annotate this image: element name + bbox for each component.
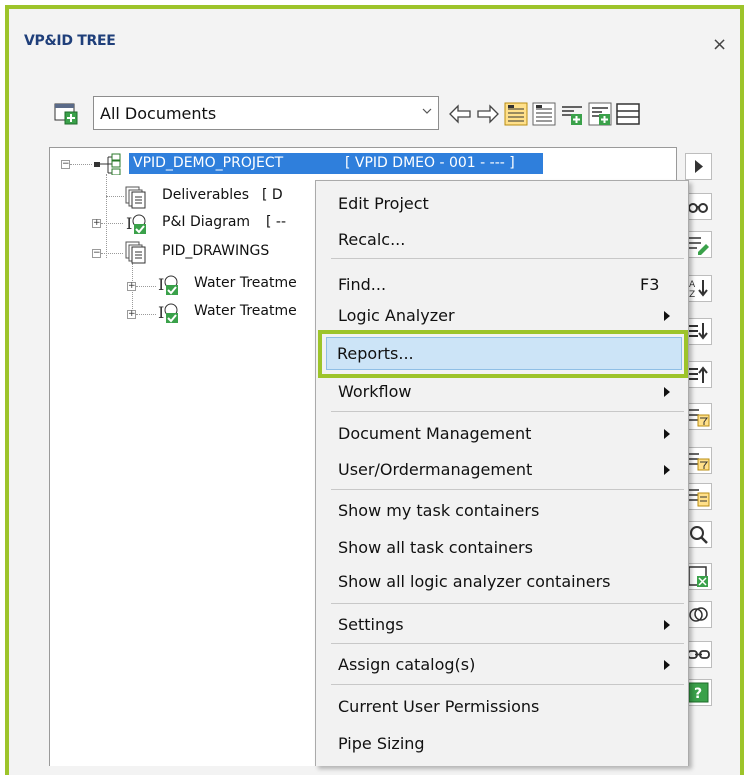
menu-item-user-ordermanagement[interactable]: User/Ordermanagement [338,460,532,479]
svg-text:I: I [158,303,164,322]
tree-node-label[interactable]: Water Treatme [194,303,297,319]
submenu-arrow-icon [664,311,670,321]
expand-icon[interactable]: + [127,282,136,291]
add-list-icon[interactable] [587,101,613,127]
context-menu: Edit Project Recalc... Find... F3 Logic … [315,180,689,766]
project-network-icon [93,153,123,177]
sort-ascending-icon[interactable]: AZ [685,275,712,302]
tree-root-code: [ VPID DMEO - 001 - --- ] [345,155,515,171]
menu-separator [331,643,684,644]
tree-connector [70,164,92,165]
submenu-arrow-icon [664,465,670,475]
tree-connector [136,314,156,315]
reports-callout-highlight [318,330,688,378]
chevron-down-icon [422,108,432,114]
menu-separator [331,603,684,604]
back-arrow-icon[interactable] [447,101,473,127]
help-icon[interactable]: ? [685,679,712,706]
tree-root-label[interactable]: VPID_DEMO_PROJECT [133,155,283,171]
compare-icon[interactable] [685,601,712,628]
filter-options-icon[interactable] [685,483,712,510]
collapse-icon[interactable]: − [92,249,101,258]
binoculars-icon[interactable] [685,193,712,220]
pid-diagram-icon: I [156,300,180,324]
panel-title: VP&ID TREE [24,33,116,49]
menu-item-assign-catalogs[interactable]: Assign catalog(s) [338,655,475,674]
menu-separator [331,258,684,259]
details-view-icon[interactable] [531,101,557,127]
tree-connector [106,196,124,197]
menu-item-edit-project[interactable]: Edit Project [338,194,429,213]
play-icon[interactable] [685,153,712,180]
menu-item-logic-analyzer[interactable]: Logic Analyzer [338,306,455,325]
export-icon[interactable] [685,563,712,590]
submenu-arrow-icon [664,660,670,670]
close-icon[interactable]: × [712,34,727,55]
filter-list-icon[interactable] [685,403,712,430]
expand-icon[interactable]: + [127,310,136,319]
svg-text:Z: Z [689,290,695,300]
forward-arrow-icon[interactable] [475,101,501,127]
tree-node-label[interactable]: PID_DRAWINGS [162,243,269,259]
pid-diagram-icon: I [124,211,148,235]
menu-item-recalc[interactable]: Recalc... [338,230,405,249]
tree-node-code: [ D [262,187,283,203]
link-icon[interactable] [685,641,712,668]
layout-view-icon[interactable] [615,101,641,127]
menu-item-settings[interactable]: Settings [338,615,404,634]
menu-separator [331,684,684,685]
document-filter-select[interactable]: All Documents [93,96,439,130]
tree-connector [101,253,123,254]
svg-text:A: A [689,280,696,290]
new-window-icon[interactable] [54,101,78,125]
add-item-icon[interactable] [559,101,585,127]
menu-item-current-user-permissions[interactable]: Current User Permissions [338,697,539,716]
document-stack-icon [124,185,148,209]
tree-connector [101,223,123,224]
tree-connector [136,286,156,287]
filter-list-icon[interactable] [685,447,712,474]
submenu-arrow-icon [664,620,670,630]
submenu-arrow-icon [664,429,670,439]
menu-separator [331,489,684,490]
submenu-arrow-icon [664,387,670,397]
menu-item-show-all-task-containers[interactable]: Show all task containers [338,538,533,557]
menu-item-find[interactable]: Find... [338,275,386,294]
expand-icon[interactable]: + [92,219,101,228]
document-filter-value: All Documents [100,104,217,123]
sort-down-icon[interactable] [685,318,712,345]
zoom-icon[interactable] [685,521,712,548]
find-shortcut: F3 [640,275,660,294]
menu-item-workflow[interactable]: Workflow [338,382,411,401]
menu-item-show-my-task-containers[interactable]: Show my task containers [338,501,539,520]
list-view-icon[interactable] [503,101,529,127]
menu-item-show-all-logic-analyzer-containers[interactable]: Show all logic analyzer containers [338,572,610,591]
pid-diagram-icon: I [156,272,180,296]
tree-connector [106,174,107,258]
tree-node-label[interactable]: Deliverables [162,187,249,203]
svg-text:?: ? [694,686,702,702]
svg-text:I: I [158,275,164,294]
tree-node-label[interactable]: Water Treatme [194,275,297,291]
document-stack-icon [124,240,148,264]
sort-up-icon[interactable] [685,361,712,388]
svg-text:I: I [126,214,132,233]
menu-item-pipe-sizing[interactable]: Pipe Sizing [338,734,425,753]
collapse-icon[interactable]: − [61,160,70,169]
tree-node-label[interactable]: P&I Diagram [162,214,250,230]
tree-node-code: [ -- [266,214,287,230]
menu-item-document-management[interactable]: Document Management [338,424,531,443]
menu-separator [331,411,684,412]
edit-list-icon[interactable] [685,231,712,258]
